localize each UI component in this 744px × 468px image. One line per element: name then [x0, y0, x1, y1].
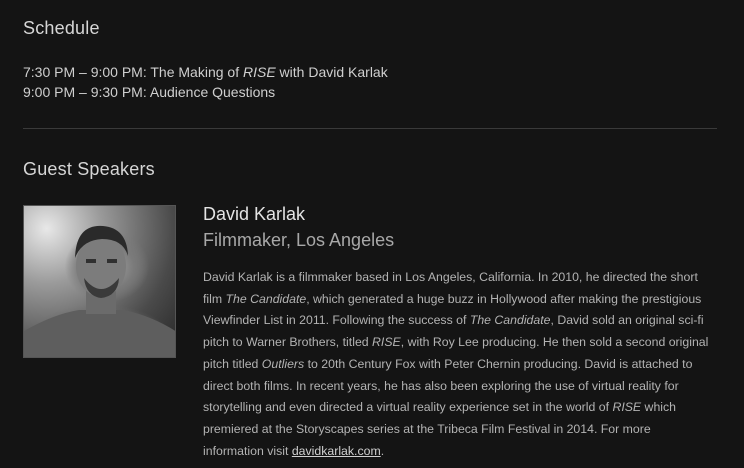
- bio-emphasis: RISE: [612, 400, 642, 415]
- bio-text: .: [380, 443, 385, 458]
- bio-emphasis: The Candidate: [469, 313, 551, 328]
- schedule-time: 9:00 PM – 9:30 PM:: [23, 84, 150, 100]
- schedule-list: 7:30 PM – 9:00 PM: The Making of RISE wi…: [23, 62, 388, 102]
- website-link[interactable]: davidkarlak.com: [292, 444, 381, 458]
- schedule-text-emphasis: RISE: [242, 64, 276, 80]
- speaker-role: Filmmaker, Los Angeles: [203, 230, 395, 250]
- schedule-text: The Making of: [150, 64, 243, 80]
- schedule-text: with David Karlak: [275, 64, 388, 80]
- schedule-heading: Schedule: [23, 18, 100, 38]
- schedule-item: 7:30 PM – 9:00 PM: The Making of RISE wi…: [23, 62, 388, 82]
- schedule-text: Audience Questions: [149, 84, 276, 100]
- speaker-bio: David Karlak is a filmmaker based in Los…: [203, 267, 713, 462]
- schedule-item: 9:00 PM – 9:30 PM: Audience Questions: [23, 82, 388, 102]
- section-divider: [23, 128, 717, 129]
- schedule-time: 7:30 PM – 9:00 PM:: [23, 64, 151, 80]
- bio-emphasis: The Candidate: [225, 291, 307, 306]
- speaker-photo: [23, 205, 176, 358]
- speaker-photo-figure: [24, 225, 175, 357]
- bio-emphasis: Outliers: [261, 356, 305, 371]
- bio-emphasis: RISE: [372, 335, 401, 350]
- speaker-name: David Karlak: [203, 204, 306, 224]
- guest-speakers-heading: Guest Speakers: [23, 159, 155, 179]
